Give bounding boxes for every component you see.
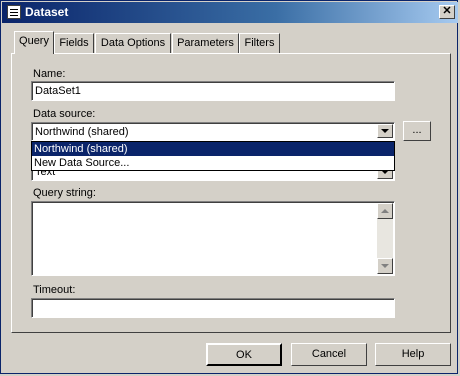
data-source-combobox[interactable]: Northwind (shared) [31, 122, 395, 141]
name-value: DataSet1 [35, 85, 81, 97]
dropdown-option[interactable]: Northwind (shared) [32, 142, 394, 156]
tab-query[interactable]: Query [14, 31, 54, 54]
dataset-icon [7, 5, 21, 19]
help-button[interactable]: Help [375, 343, 451, 366]
dataset-dialog: Dataset ✕ Query Fields Data Options Para… [0, 0, 458, 374]
name-field[interactable]: DataSet1 [31, 81, 395, 101]
query-string-label: Query string: [33, 187, 96, 199]
scroll-down-icon[interactable] [377, 258, 393, 274]
close-button[interactable]: ✕ [439, 5, 455, 19]
data-source-dropdown-button[interactable] [377, 124, 393, 138]
data-source-label: Data source: [33, 108, 96, 120]
tab-parameters[interactable]: Parameters [172, 33, 239, 53]
timeout-field[interactable] [31, 298, 395, 318]
tab-filters[interactable]: Filters [239, 33, 280, 53]
tab-fields[interactable]: Fields [54, 33, 94, 53]
cancel-button[interactable]: Cancel [291, 343, 367, 366]
close-icon: ✕ [442, 5, 452, 17]
scroll-up-icon[interactable] [377, 203, 393, 219]
dropdown-option[interactable]: New Data Source... [32, 156, 394, 170]
ok-button[interactable]: OK [206, 343, 282, 366]
name-label: Name: [33, 68, 66, 80]
tab-data-options[interactable]: Data Options [95, 33, 171, 53]
query-string-textarea[interactable] [31, 201, 395, 276]
title-bar[interactable]: Dataset ✕ [2, 2, 458, 23]
data-source-value: Northwind (shared) [35, 126, 129, 138]
data-source-browse-button[interactable]: ... [403, 121, 431, 141]
data-source-dropdown-list: Northwind (shared) New Data Source... [31, 141, 395, 171]
timeout-label: Timeout: [33, 284, 76, 296]
window-title: Dataset [25, 5, 69, 19]
query-string-scrollbar[interactable] [377, 203, 393, 274]
